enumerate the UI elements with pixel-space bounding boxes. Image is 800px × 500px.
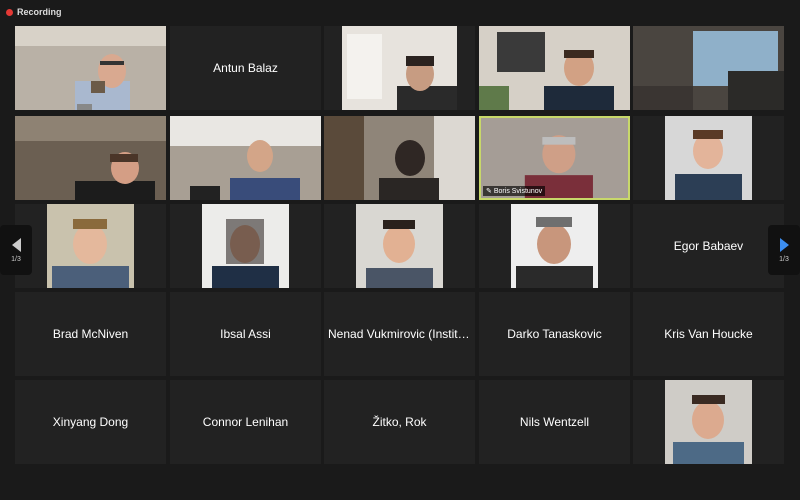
participant-name: Kris Van Houcke (664, 327, 753, 341)
participant-name: Nils Wentzell (519, 415, 590, 429)
participant-tile[interactable]: Nils Wentzell (479, 380, 630, 464)
participant-name: Xinyang Dong (52, 415, 129, 429)
active-speaker-tile[interactable]: ✎ Boris Svistunov (479, 116, 630, 200)
participant-video-tile[interactable] (15, 26, 166, 110)
participant-video-tile[interactable] (479, 26, 630, 110)
participant-name: Darko Tanaskovic (507, 327, 602, 341)
previous-page-button[interactable]: 1/3 (0, 225, 32, 275)
chevron-right-icon (779, 237, 789, 252)
participant-tile[interactable]: Egor Babaev (633, 204, 784, 288)
participant-video (665, 116, 752, 200)
pin-icon: ✎ (486, 188, 492, 195)
participant-name: Nenad Vukmirovic (Institut... (328, 327, 475, 341)
participant-video (511, 204, 598, 288)
participant-name: Egor Babaev (673, 239, 744, 253)
participant-name: Connor Lenihan (202, 415, 289, 429)
participant-video (665, 380, 752, 464)
participant-tile[interactable]: Brad McNiven (15, 292, 166, 376)
participant-tile[interactable]: Kris Van Houcke (633, 292, 784, 376)
participant-video-tile[interactable] (170, 116, 321, 200)
participant-name-tag: ✎ Boris Svistunov (483, 186, 546, 196)
participant-name: Boris Svistunov (493, 187, 543, 195)
participant-tile[interactable]: Ibsal Assi (170, 292, 321, 376)
participant-video (356, 204, 443, 288)
participant-video-tile[interactable] (324, 26, 475, 110)
participant-video-tile[interactable] (479, 204, 630, 288)
page-indicator-right: 1/3 (779, 255, 789, 263)
participant-video (202, 204, 289, 288)
participant-video-tile[interactable] (324, 116, 475, 200)
participant-tile[interactable]: Connor Lenihan (170, 380, 321, 464)
participant-name: Žitko, Rok (372, 415, 427, 429)
participant-video (15, 26, 166, 110)
participant-video (324, 116, 475, 200)
participant-video-tile[interactable] (15, 204, 166, 288)
gallery-grid: Antun Balaz ✎ Boris Svistunov Egor Babae… (0, 0, 800, 500)
participant-name: Antun Balaz (213, 61, 278, 75)
participant-name: Brad McNiven (52, 327, 129, 341)
next-page-button[interactable]: 1/3 (768, 225, 800, 275)
participant-video (15, 116, 166, 200)
participant-video-tile[interactable] (633, 380, 784, 464)
participant-video-tile[interactable] (15, 116, 166, 200)
participant-tile[interactable]: Žitko, Rok (324, 380, 475, 464)
participant-video (47, 204, 134, 288)
participant-tile[interactable]: Darko Tanaskovic (479, 292, 630, 376)
participant-tile[interactable]: Antun Balaz (170, 26, 321, 110)
participant-video-tile[interactable] (633, 26, 784, 110)
participant-video (170, 116, 321, 200)
participant-video (479, 26, 630, 110)
participant-video-tile[interactable] (324, 204, 475, 288)
participant-video (342, 26, 457, 110)
participant-video-tile[interactable] (170, 204, 321, 288)
participant-video-tile[interactable] (633, 116, 784, 200)
participant-video (633, 26, 784, 110)
page-indicator-left: 1/3 (11, 255, 21, 263)
participant-tile[interactable]: Nenad Vukmirovic (Institut... (324, 292, 475, 376)
participant-tile[interactable]: Xinyang Dong (15, 380, 166, 464)
participant-name: Ibsal Assi (220, 327, 271, 341)
chevron-left-icon (11, 237, 21, 252)
